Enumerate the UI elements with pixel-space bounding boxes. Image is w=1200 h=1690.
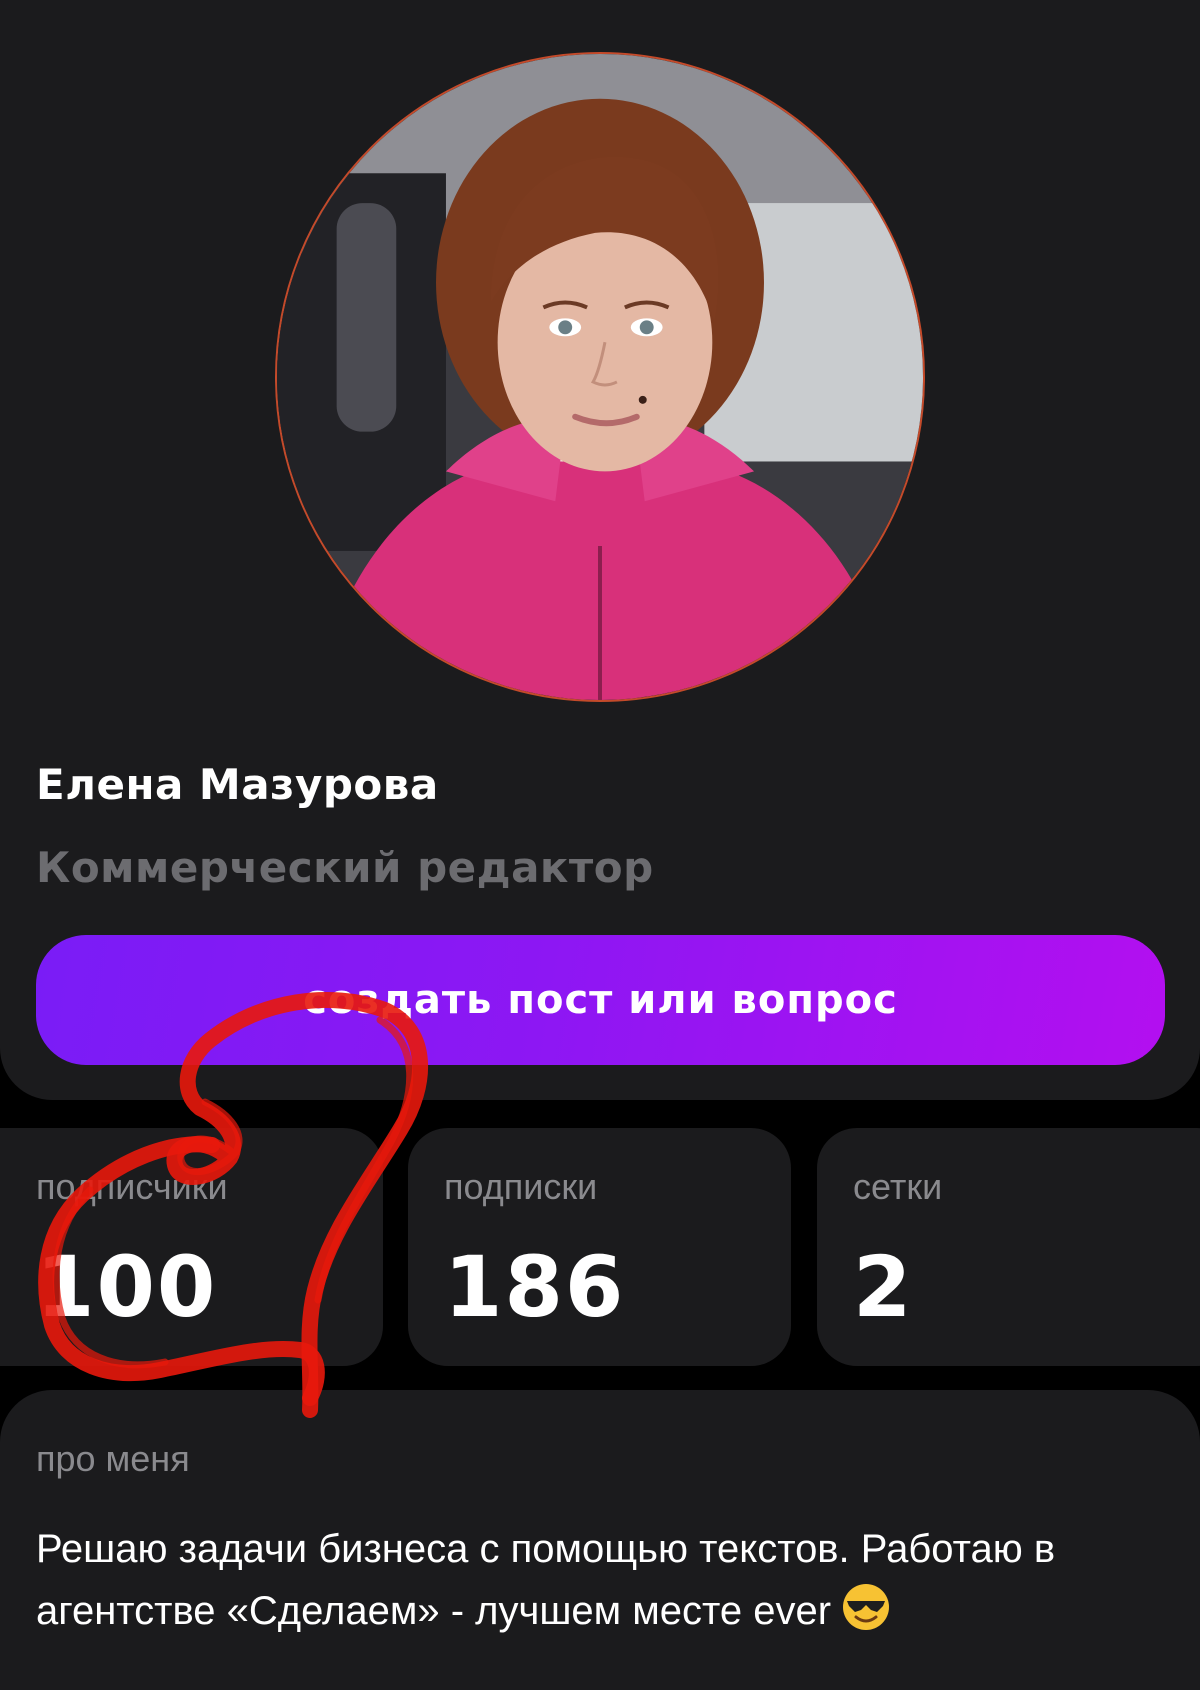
- about-text-body: Решаю задачи бизнеса с помощью текстов. …: [36, 1527, 1056, 1633]
- stat-label: подписчики: [36, 1166, 228, 1207]
- profile-role: Коммерческий редактор: [36, 843, 654, 892]
- avatar[interactable]: [275, 52, 925, 702]
- about-heading: про меня: [36, 1438, 190, 1479]
- stat-grids[interactable]: сетки 2: [817, 1128, 1200, 1366]
- create-post-button[interactable]: создать пост или вопрос: [36, 935, 1165, 1065]
- stat-followers[interactable]: подписчики 100: [0, 1128, 383, 1366]
- stat-value: 2: [853, 1238, 914, 1336]
- about-card: про меня Решаю задачи бизнеса с помощью …: [0, 1390, 1200, 1690]
- stat-label: сетки: [853, 1166, 943, 1207]
- sunglasses-emoji-icon: [841, 1582, 891, 1632]
- profile-name: Елена Мазурова: [36, 760, 439, 809]
- avatar-photo: [277, 54, 923, 700]
- stat-value: 186: [444, 1238, 626, 1336]
- stat-label: подписки: [444, 1166, 598, 1207]
- about-text: Решаю задачи бизнеса с помощью текстов. …: [36, 1518, 1166, 1642]
- stat-value: 100: [36, 1238, 218, 1336]
- stat-following[interactable]: подписки 186: [408, 1128, 791, 1366]
- profile-card: Елена Мазурова Коммерческий редактор соз…: [0, 0, 1200, 1100]
